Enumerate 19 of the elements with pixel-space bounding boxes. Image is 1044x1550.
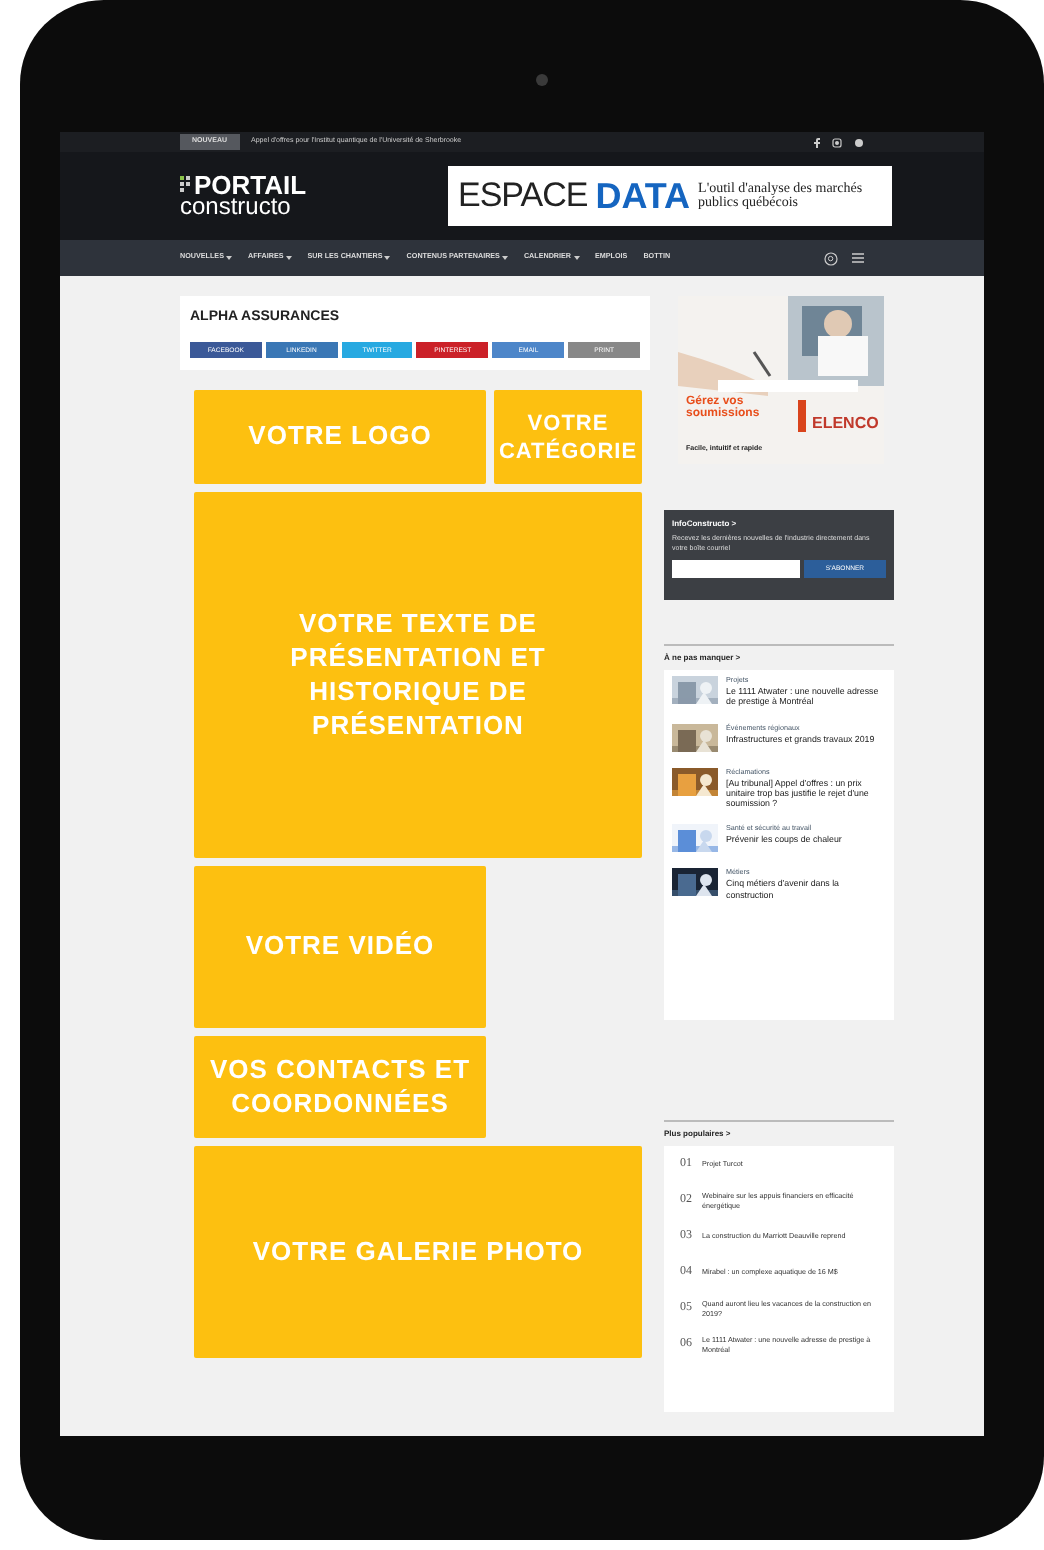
- ad-brand: ELENCO: [812, 412, 879, 436]
- caret-icon: [285, 255, 292, 260]
- search-icon[interactable]: [824, 251, 838, 265]
- placeholder-block: VOTRE CATÉGORIE: [494, 390, 642, 485]
- menu-icon[interactable]: [852, 252, 864, 264]
- caret-icon: [384, 255, 391, 260]
- caret-icon: [573, 255, 580, 260]
- caret-icon: [501, 255, 508, 260]
- placeholder-block: VOTRE VIDÉO: [194, 866, 486, 1029]
- placeholder-block: VOTRE TEXTE DE PRÉSENTATION ET HISTORIQUE DE PRÉSENTATION: [194, 492, 642, 859]
- caret-icon: [225, 255, 232, 260]
- camera-icon[interactable]: [832, 137, 842, 147]
- placeholder-block: VOTRE GALERIE PHOTO: [194, 1146, 642, 1359]
- camera-lens: [536, 74, 548, 86]
- placeholder-block: VOTRE LOGO: [194, 390, 486, 485]
- facebook-icon[interactable]: [814, 137, 820, 147]
- placeholder-block: VOS CONTACTS ET COORDONNÉES: [194, 1036, 486, 1139]
- email-field[interactable]: [672, 559, 800, 577]
- site-logo[interactable]: PORTAIL constructo: [180, 173, 307, 219]
